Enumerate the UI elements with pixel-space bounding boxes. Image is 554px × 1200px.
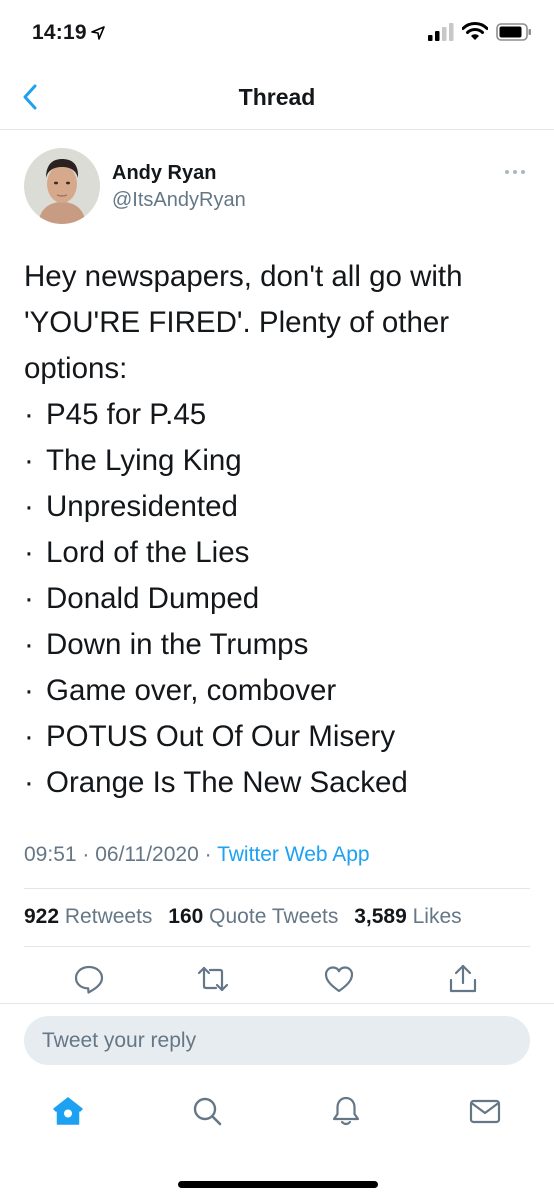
retweet-icon[interactable] [196,962,230,996]
reply-placeholder: Tweet your reply [42,1029,197,1052]
tweet-date: 06/11/2020 [95,843,199,866]
tweet-time: 09:51 [24,843,77,866]
tweet-action-bar [0,962,554,998]
reply-input[interactable]: Tweet your reply [24,1016,530,1065]
author-name[interactable]: Andy Ryan [112,162,216,185]
tab-bar [0,1094,554,1134]
tweet-source-link[interactable]: Twitter Web App [217,843,370,866]
quote-tweets-stat[interactable]: 160 Quote Tweets [168,905,338,928]
navigation-bar: Thread [0,64,554,130]
retweets-stat[interactable]: 922 Retweets [24,905,152,928]
home-indicator[interactable] [178,1181,378,1188]
avatar[interactable] [24,148,100,224]
wifi-icon [462,22,488,40]
tweet-meta: 09:51 · 06/11/2020 · Twitter Web App [24,843,370,866]
bell-icon[interactable] [329,1094,363,1128]
list-item: · The Lying King [24,444,242,477]
heart-icon[interactable] [322,962,356,996]
list-item: · Game over, combover [24,674,337,707]
search-icon[interactable] [190,1094,224,1128]
divider [24,888,530,889]
status-time: 14:19 [32,21,87,44]
share-icon[interactable] [446,962,480,996]
list-item: · P45 for P.45 [24,398,207,431]
author-handle[interactable]: @ItsAndyRyan [112,189,246,212]
list-item: · Orange Is The New Sacked [24,766,408,799]
tweet-stats: 922 Retweets 160 Quote Tweets 3,589 Like… [24,905,472,929]
list-item: · POTUS Out Of Our Misery [24,720,396,753]
battery-icon [496,22,531,41]
cellular-signal-icon [428,22,454,41]
divider [24,946,530,947]
location-arrow-icon [91,26,105,40]
list-item: · Down in the Trumps [24,628,309,661]
divider [0,1003,554,1004]
mail-icon[interactable] [468,1094,502,1128]
tweet-thread-screen: 14:19 Thread Andy Ryan @ItsAndyRyan Hey … [0,0,554,1200]
bullet-list: · P45 for P.45 · The Lying King · Unpreside… [24,392,534,806]
home-icon[interactable] [51,1094,85,1128]
more-horizontal-icon[interactable] [504,168,526,176]
list-item: · Unpresidented [24,490,238,523]
tweet-intro: Hey newspapers, don't all go with 'YOU'R… [24,260,463,385]
page-title: Thread [238,84,316,110]
list-item: · Lord of the Lies [24,536,250,569]
list-item: · Donald Dumped [24,582,260,615]
status-bar: 14:19 [0,0,554,64]
tweet-text: Hey newspapers, don't all go with 'YOU'R… [24,254,534,806]
comment-icon[interactable] [72,962,106,996]
likes-stat[interactable]: 3,589 Likes [354,905,461,928]
